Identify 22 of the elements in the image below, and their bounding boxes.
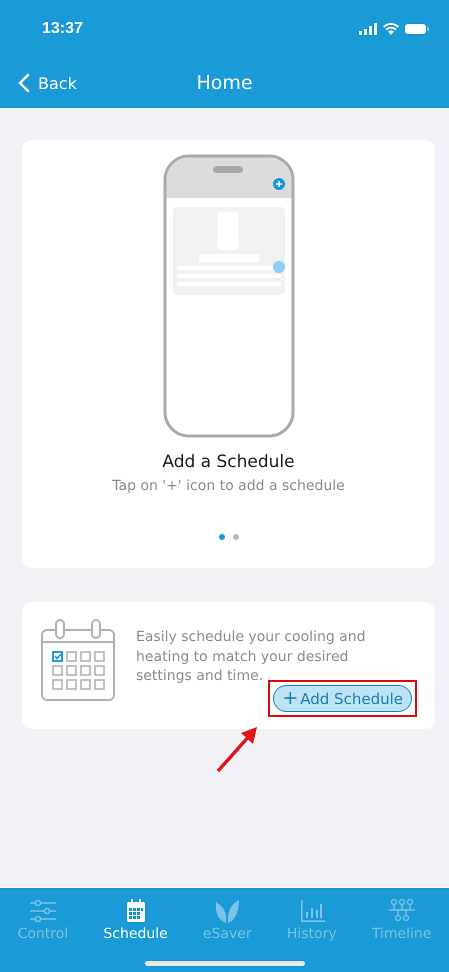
- pointer-arrow: [215, 724, 259, 774]
- page-dot[interactable]: [232, 534, 238, 540]
- back-button[interactable]: Back: [18, 73, 77, 93]
- signal-icon: [359, 23, 377, 35]
- tab-item[interactable]: Schedule: [103, 898, 168, 942]
- screen-title: Home: [196, 72, 253, 94]
- tab-item[interactable]: Timeline: [372, 898, 432, 942]
- battery-icon: [405, 23, 429, 35]
- network-icon: [386, 898, 417, 924]
- info-text: Easily schedule your cooling and heating to match your desired settings and time.: [136, 628, 367, 686]
- calendar-icon: [40, 618, 116, 702]
- card-title: Add a Schedule: [162, 452, 295, 472]
- add-schedule-button[interactable]: +Add Schedule: [273, 685, 412, 712]
- sliders-icon: [28, 898, 58, 924]
- wifi-icon: [383, 23, 399, 35]
- status-time: 13:37: [42, 20, 83, 38]
- tab-item[interactable]: History: [286, 898, 337, 942]
- page-dot[interactable]: [218, 534, 224, 540]
- card-subtitle: Tap on '+' icon to add a schedule: [112, 478, 345, 494]
- tab-item[interactable]: eSaver: [202, 898, 252, 942]
- tab-item[interactable]: Control: [18, 898, 68, 942]
- chevron-left-icon: [18, 73, 30, 93]
